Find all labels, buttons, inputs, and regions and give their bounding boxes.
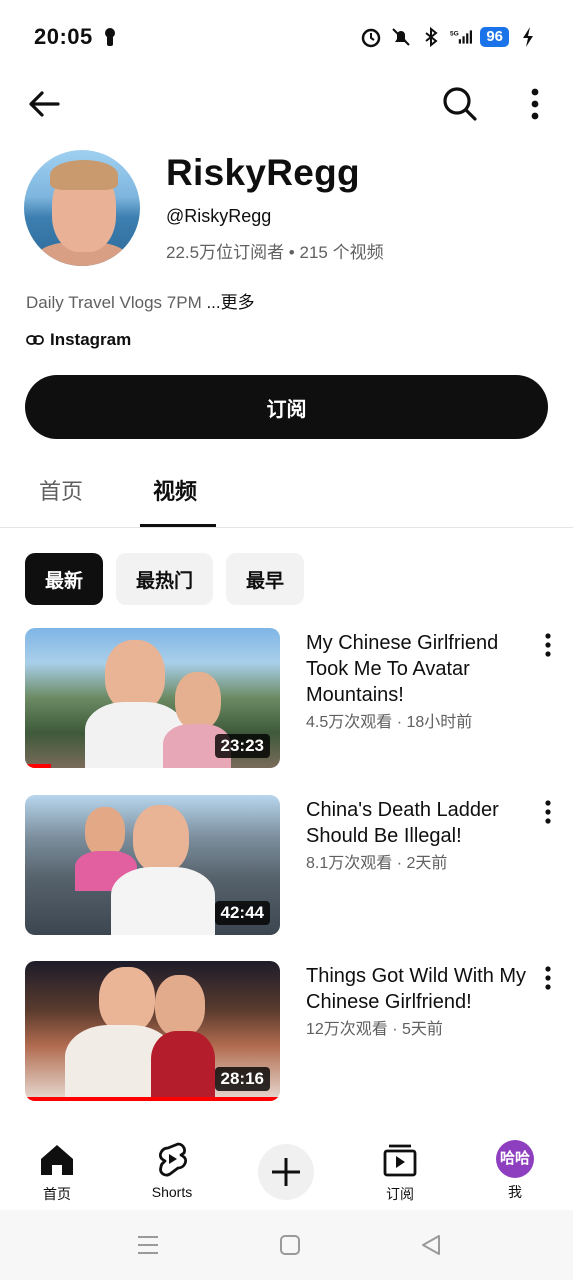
search-button[interactable] <box>438 82 480 124</box>
link-icon <box>26 335 44 345</box>
video-meta: 8.1万次观看 · 2天前 <box>306 855 448 872</box>
system-navigation-bar <box>0 1210 573 1280</box>
create-button[interactable] <box>258 1144 314 1200</box>
search-icon <box>443 87 477 121</box>
nav-subscriptions-label: 订阅 <box>386 1186 414 1202</box>
nav-me[interactable]: 哈哈 我 <box>475 1140 555 1202</box>
video-meta: 4.5万次观看 · 18小时前 <box>306 714 473 731</box>
lock-icon <box>103 27 117 47</box>
channel-link[interactable]: Instagram <box>26 330 131 350</box>
bluetooth-icon <box>420 26 442 48</box>
square-icon <box>280 1235 300 1255</box>
home-button[interactable] <box>277 1232 303 1258</box>
chip-oldest[interactable]: 最早 <box>226 553 305 605</box>
more-options-button[interactable] <box>520 84 550 124</box>
alarm-icon <box>360 26 382 48</box>
svg-text:5G: 5G <box>450 31 459 38</box>
battery-indicator: 96 <box>480 27 509 47</box>
sort-chips: 最新 最热门 最早 <box>25 553 305 605</box>
nav-subscriptions[interactable]: 订阅 <box>360 1140 440 1204</box>
signal-icon: 5G <box>450 26 473 48</box>
chip-latest[interactable]: 最新 <box>25 553 104 605</box>
video-duration: 23:23 <box>214 734 270 758</box>
video-thumbnail[interactable]: 28:16 <box>25 961 280 1101</box>
channel-name: RiskyRegg <box>166 152 360 193</box>
video-duration: 42:44 <box>214 901 270 925</box>
channel-link-label: Instagram <box>50 330 132 349</box>
channel-tabs: 首页 视频 <box>0 460 573 528</box>
more-vertical-icon <box>545 800 551 824</box>
bottom-navigation: 首页 Shorts 订阅 哈哈 我 <box>0 1130 573 1210</box>
chip-popular[interactable]: 最热门 <box>116 553 214 605</box>
status-time: 20:05 <box>34 24 93 49</box>
menu-lines-icon <box>138 1236 158 1254</box>
channel-avatar[interactable] <box>24 150 140 266</box>
charging-icon <box>517 26 539 48</box>
video-title[interactable]: Things Got Wild With My Chinese Girlfrie… <box>306 963 528 1015</box>
more-vertical-icon <box>531 88 539 120</box>
back-button[interactable] <box>24 84 64 124</box>
back-system-button[interactable] <box>418 1232 444 1258</box>
channel-description[interactable]: Daily Travel Vlogs 7PM ...更多 <box>26 288 255 313</box>
subscribe-button[interactable]: 订阅 <box>25 375 548 439</box>
tab-home[interactable]: 首页 <box>39 474 83 506</box>
status-bar: 20:05 5G 96 <box>0 0 573 74</box>
video-duration: 28:16 <box>214 1067 270 1091</box>
triangle-back-icon <box>422 1235 440 1255</box>
nav-me-label: 我 <box>508 1184 522 1200</box>
video-more-button[interactable] <box>538 797 558 827</box>
menu-button[interactable] <box>135 1232 161 1258</box>
video-thumbnail[interactable]: 23:23 <box>25 628 280 768</box>
video-meta: 12万次观看 · 5天前 <box>306 1021 443 1038</box>
video-title[interactable]: China's Death Ladder Should Be Illegal! <box>306 797 528 849</box>
video-item[interactable]: 23:23 My Chinese Girlfriend Took Me To A… <box>0 628 573 768</box>
channel-handle: @RiskyRegg <box>166 206 272 226</box>
nav-shorts[interactable]: Shorts <box>132 1140 212 1200</box>
description-more-link[interactable]: ...更多 <box>206 293 254 312</box>
video-thumbnail[interactable]: 42:44 <box>25 795 280 935</box>
tab-videos[interactable]: 视频 <box>153 474 197 506</box>
video-more-button[interactable] <box>538 963 558 993</box>
plus-icon <box>272 1158 300 1186</box>
video-item[interactable]: 28:16 Things Got Wild With My Chinese Gi… <box>0 961 573 1101</box>
home-icon <box>41 1145 73 1175</box>
more-vertical-icon <box>545 966 551 990</box>
more-vertical-icon <box>545 633 551 657</box>
mute-bell-icon <box>390 26 412 48</box>
nav-home[interactable]: 首页 <box>17 1140 97 1204</box>
nav-shorts-label: Shorts <box>151 1184 193 1200</box>
description-text: Daily Travel Vlogs 7PM <box>26 293 207 312</box>
active-tab-indicator <box>140 524 216 527</box>
channel-header: RiskyRegg @RiskyRegg 22.5万位订阅者 • 215 个视频 <box>24 150 554 270</box>
subscriptions-icon <box>383 1144 417 1177</box>
top-app-bar <box>0 74 573 130</box>
video-more-button[interactable] <box>538 630 558 660</box>
watch-progress-bar <box>25 1097 280 1101</box>
status-icons: 5G 96 <box>360 26 539 48</box>
watch-progress-bar <box>25 764 51 768</box>
channel-stats: 22.5万位订阅者 • 215 个视频 <box>166 243 384 262</box>
video-title[interactable]: My Chinese Girlfriend Took Me To Avatar … <box>306 630 528 708</box>
account-avatar: 哈哈 <box>496 1140 534 1178</box>
shorts-icon <box>159 1142 187 1177</box>
nav-home-label: 首页 <box>43 1186 71 1202</box>
video-item[interactable]: 42:44 China's Death Ladder Should Be Ill… <box>0 795 573 935</box>
back-arrow-icon <box>29 91 60 117</box>
